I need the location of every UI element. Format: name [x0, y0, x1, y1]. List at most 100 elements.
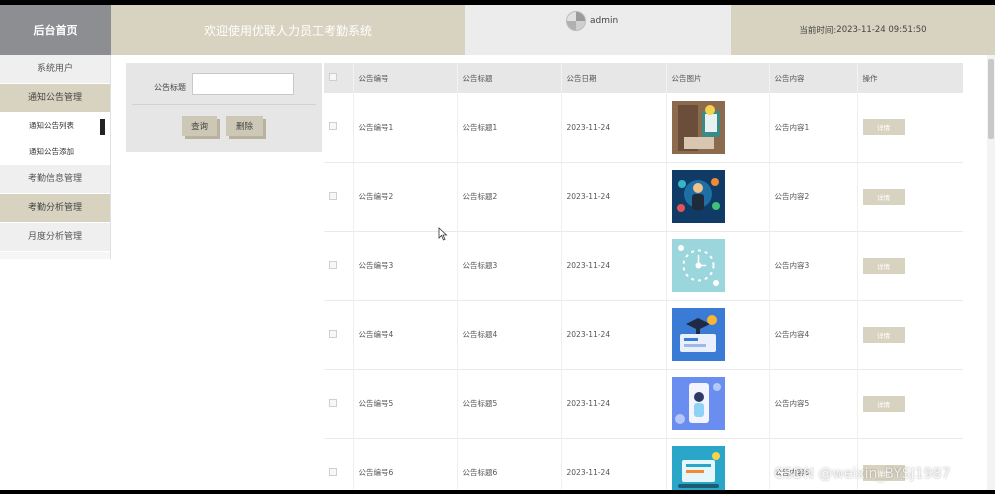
sidebar-item-monthly-analysis[interactable]: 月度分析管理 — [0, 223, 110, 252]
action-cell: 详情 — [857, 162, 963, 232]
top-header: 后台首页 欢迎使用优联人力员工考勤系统 admin 当前时间: 2023-11-… — [0, 5, 995, 55]
action-cell: 详情 — [857, 93, 963, 163]
online-learning-image — [671, 446, 725, 490]
mobile-user-image — [671, 377, 725, 430]
detail-button[interactable]: 详情 — [862, 395, 905, 412]
row-checkbox[interactable] — [329, 329, 337, 338]
sidebar-subitem-notice-add[interactable]: 通知公告添加 — [0, 139, 110, 165]
notice-content: 公告内容3 — [769, 231, 858, 301]
column-header: 操作 — [857, 63, 963, 93]
home-logo[interactable]: 后台首页 — [0, 5, 111, 55]
notice-number: 公告编号5 — [353, 369, 458, 439]
search-button[interactable]: 查询 — [182, 116, 217, 136]
row-checkbox[interactable] — [329, 467, 337, 476]
office-scene-image — [671, 100, 725, 154]
sidebar-subitem-label: 通知公告添加 — [29, 147, 74, 156]
row-select-cell[interactable] — [324, 93, 354, 163]
notice-image-cell — [666, 162, 770, 232]
sidebar-item-attendance-info[interactable]: 考勤信息管理 — [0, 165, 110, 194]
detail-button[interactable]: 详情 — [862, 119, 905, 136]
main-content: 公告标题 查询 删除 公告编号 公告标题 公告日期 公告图片 公告内容 操作 公… — [111, 55, 995, 490]
notice-image-cell — [666, 369, 770, 439]
delete-button[interactable]: 删除 — [226, 116, 263, 136]
welcome-banner: 欢迎使用优联人力员工考勤系统 — [111, 5, 465, 55]
user-name: admin — [590, 16, 619, 26]
user-panel[interactable]: admin — [465, 5, 731, 55]
row-select-cell[interactable] — [324, 300, 354, 370]
title-filter-label: 公告标题 — [154, 83, 186, 92]
table-row: 公告编号4 公告标题4 2023-11-24 公告内容4 详情 — [324, 300, 963, 370]
column-header: 公告标题 — [457, 63, 562, 93]
table-row: 公告编号5 公告标题5 2023-11-24 公告内容5 详情 — [324, 369, 963, 439]
table-row: 公告编号6 公告标题6 2023-11-24 公告内容6 详情 — [324, 438, 963, 490]
notice-content: 公告内容5 — [769, 369, 858, 439]
business-icons-image — [671, 170, 725, 223]
column-header: 公告编号 — [353, 63, 458, 93]
time-label: 当前时间: — [799, 26, 837, 36]
sidebar-empty — [0, 259, 111, 490]
notice-table: 公告编号 公告标题 公告日期 公告图片 公告内容 操作 公告编号1 公告标题1 20… — [324, 63, 963, 490]
notice-title: 公告标题3 — [457, 231, 562, 301]
page-scrollbar[interactable] — [987, 55, 995, 490]
column-header: 公告日期 — [561, 63, 667, 93]
notice-number: 公告编号3 — [353, 231, 458, 301]
notice-date: 2023-11-24 — [561, 369, 667, 439]
notice-date: 2023-11-24 — [561, 438, 667, 490]
notice-date: 2023-11-24 — [561, 162, 667, 232]
row-checkbox[interactable] — [329, 260, 337, 269]
current-time: 当前时间: 2023-11-24 09:51:50 — [731, 5, 995, 55]
notice-date: 2023-11-24 — [561, 300, 667, 370]
notice-title: 公告标题1 — [457, 93, 562, 163]
row-checkbox[interactable] — [329, 122, 337, 131]
row-select-cell[interactable] — [324, 438, 354, 490]
row-select-cell[interactable] — [324, 162, 354, 232]
select-all-checkbox[interactable] — [329, 73, 337, 81]
notice-title: 公告标题5 — [457, 369, 562, 439]
notice-content: 公告内容6 — [769, 438, 858, 490]
select-all-header[interactable] — [324, 63, 354, 93]
notice-number: 公告编号6 — [353, 438, 458, 490]
column-header: 公告图片 — [666, 63, 770, 93]
title-filter-input[interactable] — [192, 73, 294, 95]
divider — [132, 104, 316, 105]
sidebar: 系统用户 通知公告管理 通知公告列表 通知公告添加 考勤信息管理 考勤分析管理 … — [0, 55, 111, 490]
notice-content: 公告内容4 — [769, 300, 858, 370]
scroll-thumb[interactable] — [988, 59, 994, 139]
sidebar-item-attendance-analysis[interactable]: 考勤分析管理 — [0, 194, 110, 223]
row-checkbox[interactable] — [329, 398, 337, 407]
action-cell: 详情 — [857, 369, 963, 439]
action-cell: 详情 — [857, 300, 963, 370]
table-header-row: 公告编号 公告标题 公告日期 公告图片 公告内容 操作 — [324, 63, 963, 93]
sidebar-item-notice-management[interactable]: 通知公告管理 — [0, 84, 110, 113]
row-checkbox[interactable] — [329, 191, 337, 200]
filter-panel: 公告标题 查询 删除 — [126, 63, 322, 152]
notice-number: 公告编号4 — [353, 300, 458, 370]
action-cell: 详情 — [857, 231, 963, 301]
notice-content: 公告内容1 — [769, 93, 858, 163]
user-avatar-icon — [566, 11, 586, 31]
notice-image-cell — [666, 438, 770, 490]
clock-icons-image — [671, 239, 725, 292]
detail-button[interactable]: 详情 — [862, 257, 905, 274]
active-marker — [100, 119, 105, 135]
education-image — [671, 308, 725, 361]
sidebar-item-system-users[interactable]: 系统用户 — [0, 55, 110, 84]
mouse-cursor-icon — [438, 227, 448, 241]
row-select-cell[interactable] — [324, 231, 354, 301]
notice-table-container: 公告编号 公告标题 公告日期 公告图片 公告内容 操作 公告编号1 公告标题1 20… — [324, 63, 963, 490]
notice-image-cell — [666, 300, 770, 370]
notice-title: 公告标题6 — [457, 438, 562, 490]
watermark-text: CSDN @weixin_BYSJ1987 — [774, 466, 951, 482]
notice-date: 2023-11-24 — [561, 93, 667, 163]
detail-button[interactable]: 详情 — [862, 326, 905, 343]
notice-title: 公告标题2 — [457, 162, 562, 232]
notice-image-cell — [666, 231, 770, 301]
row-select-cell[interactable] — [324, 369, 354, 439]
detail-button[interactable]: 详情 — [862, 188, 905, 205]
action-cell: 详情 — [857, 438, 963, 490]
column-header: 公告内容 — [769, 63, 858, 93]
sidebar-subitem-notice-list[interactable]: 通知公告列表 — [0, 113, 110, 139]
notice-content: 公告内容2 — [769, 162, 858, 232]
notice-date: 2023-11-24 — [561, 231, 667, 301]
table-row: 公告编号2 公告标题2 2023-11-24 公告内容2 详情 — [324, 162, 963, 232]
